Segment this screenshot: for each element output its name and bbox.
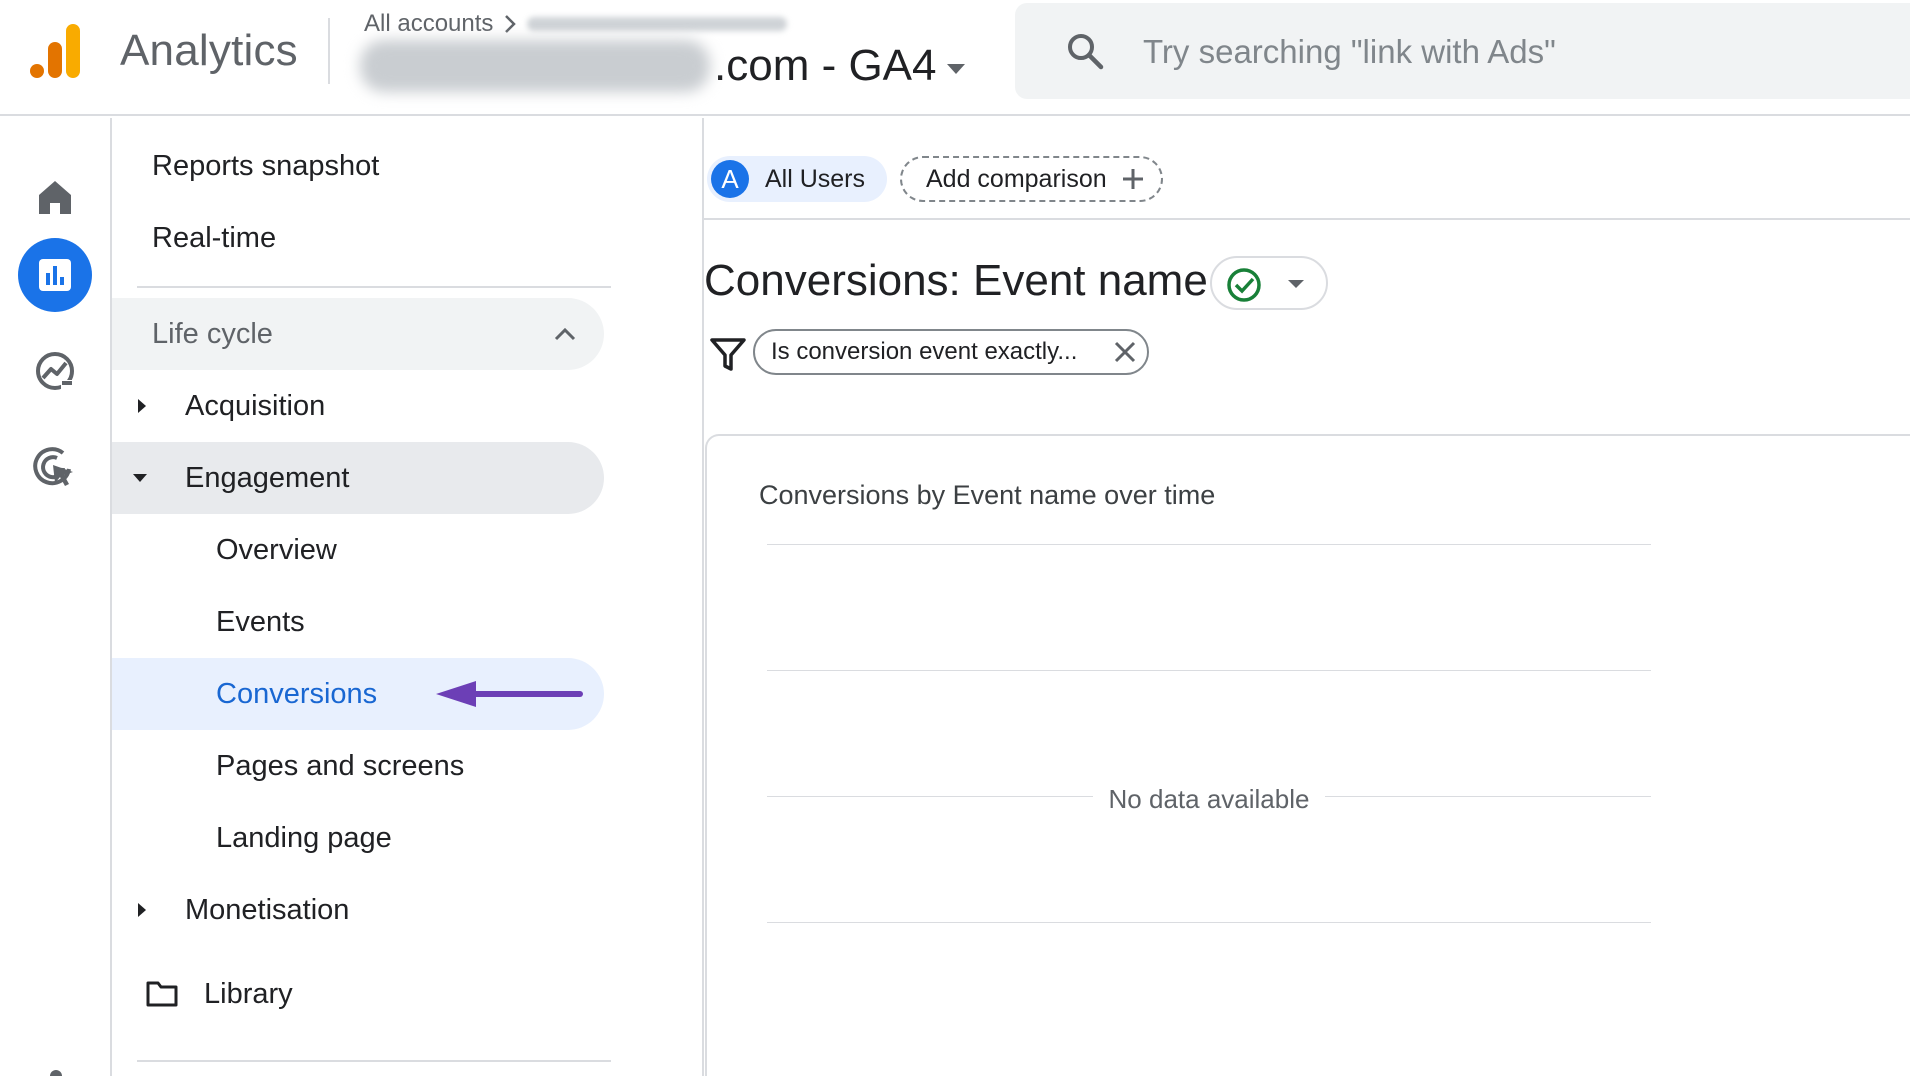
nav-item-realtime[interactable]: Real-time: [112, 202, 604, 274]
rail-explore-button[interactable]: [18, 334, 92, 408]
report-main-area: A All Users Add comparison Conversions: …: [704, 118, 1910, 1076]
plus-icon: [1122, 169, 1143, 189]
annotation-arrow-icon: [436, 681, 583, 707]
comparison-avatar: A: [711, 160, 749, 198]
rail-home-button[interactable]: [18, 160, 92, 234]
chevron-up-icon[interactable]: [552, 321, 578, 347]
chart-card: Conversions by Event name over time No d…: [705, 434, 1910, 1076]
rail-reports-button[interactable]: [18, 238, 92, 312]
filter-chip[interactable]: Is conversion event exactly...: [753, 329, 1149, 375]
nav-item-events[interactable]: Events: [112, 586, 604, 658]
chart-gridline: [767, 670, 1651, 671]
caret-right-icon: [138, 903, 146, 917]
add-comparison-label: Add comparison: [926, 164, 1107, 193]
caret-down-icon: [946, 64, 965, 74]
report-status-button[interactable]: [1210, 256, 1328, 310]
nav-item-library[interactable]: Library: [112, 958, 604, 1030]
report-title: Conversions: Event name: [704, 256, 1208, 305]
nav-item-engagement[interactable]: Engagement: [112, 442, 604, 514]
no-data-message: No data available: [707, 784, 1711, 815]
nav-item-label: Landing page: [216, 821, 392, 854]
property-name: .com - GA4: [714, 41, 937, 90]
search-input[interactable]: Try searching "link with Ads": [1143, 33, 1556, 71]
app-title: Analytics: [120, 26, 298, 75]
caret-right-icon: [138, 399, 146, 413]
chart-gridline: [767, 544, 1651, 545]
nav-item-landing-page[interactable]: Landing page: [112, 802, 604, 874]
nav-item-acquisition[interactable]: Acquisition: [112, 370, 604, 442]
rail-advertising-button[interactable]: [18, 430, 92, 504]
rail-more-indicator: [50, 1070, 62, 1076]
comparison-divider: [704, 218, 1910, 220]
nav-item-label: Engagement: [185, 461, 350, 494]
nav-section-label: Life cycle: [152, 317, 273, 350]
explore-icon: [36, 352, 74, 390]
nav-item-label: Library: [204, 977, 293, 1010]
chevron-right-icon: [505, 15, 517, 33]
nav-item-monetisation[interactable]: Monetisation: [112, 874, 604, 946]
nav-item-pages-and-screens[interactable]: Pages and screens: [112, 730, 604, 802]
chart-gridline: [767, 922, 1651, 923]
no-data-text: No data available: [1092, 784, 1326, 814]
nav-item-overview[interactable]: Overview: [112, 514, 604, 586]
search-icon: [1068, 34, 1104, 70]
search-bar[interactable]: Try searching "link with Ads": [1015, 3, 1910, 99]
nav-section-life-cycle[interactable]: Life cycle: [112, 298, 604, 370]
reports-icon: [39, 259, 71, 291]
breadcrumb[interactable]: All accounts: [364, 10, 788, 38]
top-app-bar: Analytics All accounts .com - GA4 Try se…: [0, 0, 1910, 116]
nav-item-label: Pages and screens: [216, 749, 465, 782]
nav-divider: [137, 286, 611, 288]
reports-nav-panel: Reports snapshot Real-time Life cycle Ac…: [112, 118, 704, 1076]
check-circle-icon: [1227, 268, 1261, 302]
nav-item-label: Monetisation: [185, 893, 350, 926]
nav-item-label: Conversions: [216, 677, 378, 710]
nav-item-label: Reports snapshot: [152, 149, 380, 182]
header-divider: [328, 18, 330, 84]
left-rail: [0, 118, 112, 1076]
nav-item-label: Real-time: [152, 221, 277, 254]
home-icon: [39, 181, 71, 214]
nav-item-conversions[interactable]: Conversions: [112, 658, 604, 730]
property-selector[interactable]: .com - GA4: [360, 40, 965, 92]
comparison-chip-all-users[interactable]: A All Users: [707, 156, 888, 202]
property-name-redacted: [360, 40, 710, 92]
nav-divider: [137, 1060, 611, 1062]
breadcrumb-all-accounts[interactable]: All accounts: [364, 10, 493, 38]
folder-icon: [146, 981, 178, 1007]
close-icon[interactable]: [1113, 340, 1137, 364]
comparison-chip-label: All Users: [765, 164, 866, 193]
caret-down-icon: [133, 474, 147, 482]
nav-item-reports-snapshot[interactable]: Reports snapshot: [112, 130, 604, 202]
filter-icon[interactable]: [709, 335, 747, 373]
caret-down-icon: [1288, 280, 1304, 288]
nav-item-label: Events: [216, 605, 305, 638]
account-name-redacted: [527, 17, 788, 31]
analytics-logo-icon[interactable]: [28, 22, 86, 80]
add-comparison-button[interactable]: Add comparison: [900, 156, 1163, 202]
advertising-icon: [33, 447, 73, 486]
nav-item-label: Overview: [216, 533, 337, 566]
filter-chip-label: Is conversion event exactly...: [771, 338, 1078, 365]
chart-card-title: Conversions by Event name over time: [759, 480, 1216, 510]
nav-item-label: Acquisition: [185, 389, 326, 422]
